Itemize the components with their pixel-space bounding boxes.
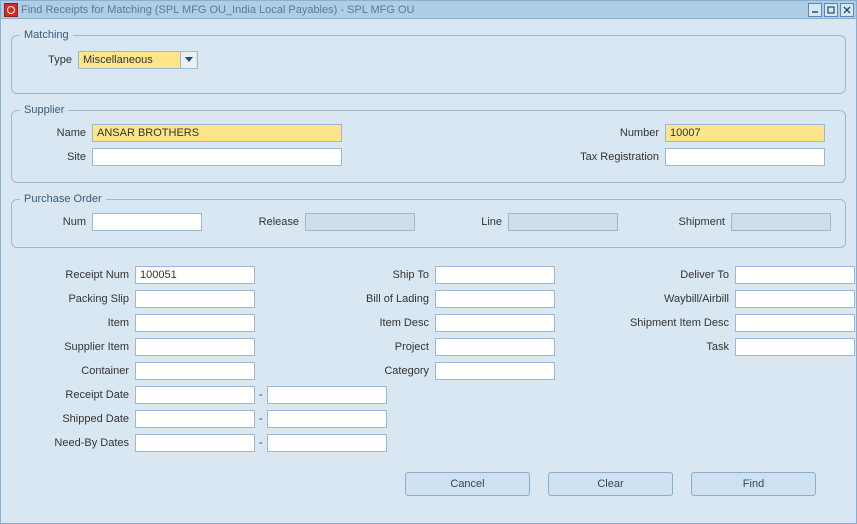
matching-group: Matching Type Miscellaneous (11, 29, 846, 94)
dash-text: - (255, 413, 267, 425)
needby-date-to-input[interactable] (267, 434, 387, 452)
type-select-value: Miscellaneous (83, 54, 153, 66)
deliver-to-label: Deliver To (595, 269, 735, 281)
project-label: Project (295, 341, 435, 353)
supplier-item-label: Supplier Item (25, 341, 135, 353)
item-label: Item (25, 317, 135, 329)
container-label: Container (25, 365, 135, 377)
task-label: Task (595, 341, 735, 353)
window-controls (808, 3, 854, 17)
minimize-button[interactable] (808, 3, 822, 17)
deliver-to-input[interactable] (735, 266, 855, 284)
clear-button[interactable]: Clear (548, 472, 673, 496)
close-button[interactable] (840, 3, 854, 17)
receipt-num-label: Receipt Num (25, 269, 135, 281)
packing-slip-label: Packing Slip (25, 293, 135, 305)
tax-label: Tax Registration (545, 151, 665, 163)
number-input[interactable] (665, 124, 825, 142)
receipt-date-label: Receipt Date (25, 389, 135, 401)
item-input[interactable] (135, 314, 255, 332)
dash-text: - (255, 437, 267, 449)
item-desc-input[interactable] (435, 314, 555, 332)
supplier-legend: Supplier (20, 104, 68, 116)
bol-input[interactable] (435, 290, 555, 308)
po-num-input[interactable] (92, 213, 202, 231)
supplier-group: Supplier Name Number Site Tax Registrati… (11, 104, 846, 183)
po-release-input[interactable] (305, 213, 415, 231)
cancel-button[interactable]: Cancel (405, 472, 530, 496)
receipt-date-from-input[interactable] (135, 386, 255, 404)
site-input[interactable] (92, 148, 342, 166)
ship-item-desc-input[interactable] (735, 314, 855, 332)
type-label: Type (30, 54, 78, 66)
needby-date-label: Need-By Dates (25, 437, 135, 449)
category-label: Category (295, 365, 435, 377)
window: Find Receipts for Matching (SPL MFG OU_I… (0, 0, 857, 524)
titlebar: Find Receipts for Matching (SPL MFG OU_I… (1, 1, 856, 19)
po-legend: Purchase Order (20, 193, 106, 205)
po-release-label: Release (245, 216, 305, 228)
window-title: Find Receipts for Matching (SPL MFG OU_I… (21, 4, 808, 16)
po-num-label: Num (22, 216, 92, 228)
container-input[interactable] (135, 362, 255, 380)
item-desc-label: Item Desc (295, 317, 435, 329)
ship-to-label: Ship To (295, 269, 435, 281)
po-shipment-label: Shipment (661, 216, 731, 228)
category-input[interactable] (435, 362, 555, 380)
receipt-num-input[interactable] (135, 266, 255, 284)
dash-text: - (255, 389, 267, 401)
po-line-input[interactable] (508, 213, 618, 231)
matching-legend: Matching (20, 29, 73, 41)
chevron-down-icon (180, 52, 196, 68)
number-label: Number (545, 127, 665, 139)
site-label: Site (22, 151, 92, 163)
name-input[interactable] (92, 124, 342, 142)
ship-item-desc-label: Shipment Item Desc (595, 317, 735, 329)
receipt-date-to-input[interactable] (267, 386, 387, 404)
maximize-button[interactable] (824, 3, 838, 17)
type-select[interactable]: Miscellaneous (78, 51, 198, 69)
ship-to-input[interactable] (435, 266, 555, 284)
po-shipment-input[interactable] (731, 213, 831, 231)
waybill-label: Waybill/Airbill (595, 293, 735, 305)
content: Matching Type Miscellaneous Supplier Nam… (1, 19, 856, 502)
find-button[interactable]: Find (691, 472, 816, 496)
tax-input[interactable] (665, 148, 825, 166)
supplier-item-input[interactable] (135, 338, 255, 356)
shipped-date-to-input[interactable] (267, 410, 387, 428)
project-input[interactable] (435, 338, 555, 356)
po-group: Purchase Order Num Release Line Shipment (11, 193, 846, 248)
name-label: Name (22, 127, 92, 139)
oracle-icon (4, 3, 18, 17)
task-input[interactable] (735, 338, 855, 356)
shipped-date-label: Shipped Date (25, 413, 135, 425)
button-row: Cancel Clear Find (11, 466, 846, 496)
details-grid: Receipt Num Ship To Deliver To Packing S… (11, 258, 846, 466)
needby-date-from-input[interactable] (135, 434, 255, 452)
bol-label: Bill of Lading (295, 293, 435, 305)
shipped-date-from-input[interactable] (135, 410, 255, 428)
waybill-input[interactable] (735, 290, 855, 308)
packing-slip-input[interactable] (135, 290, 255, 308)
po-line-label: Line (458, 216, 508, 228)
